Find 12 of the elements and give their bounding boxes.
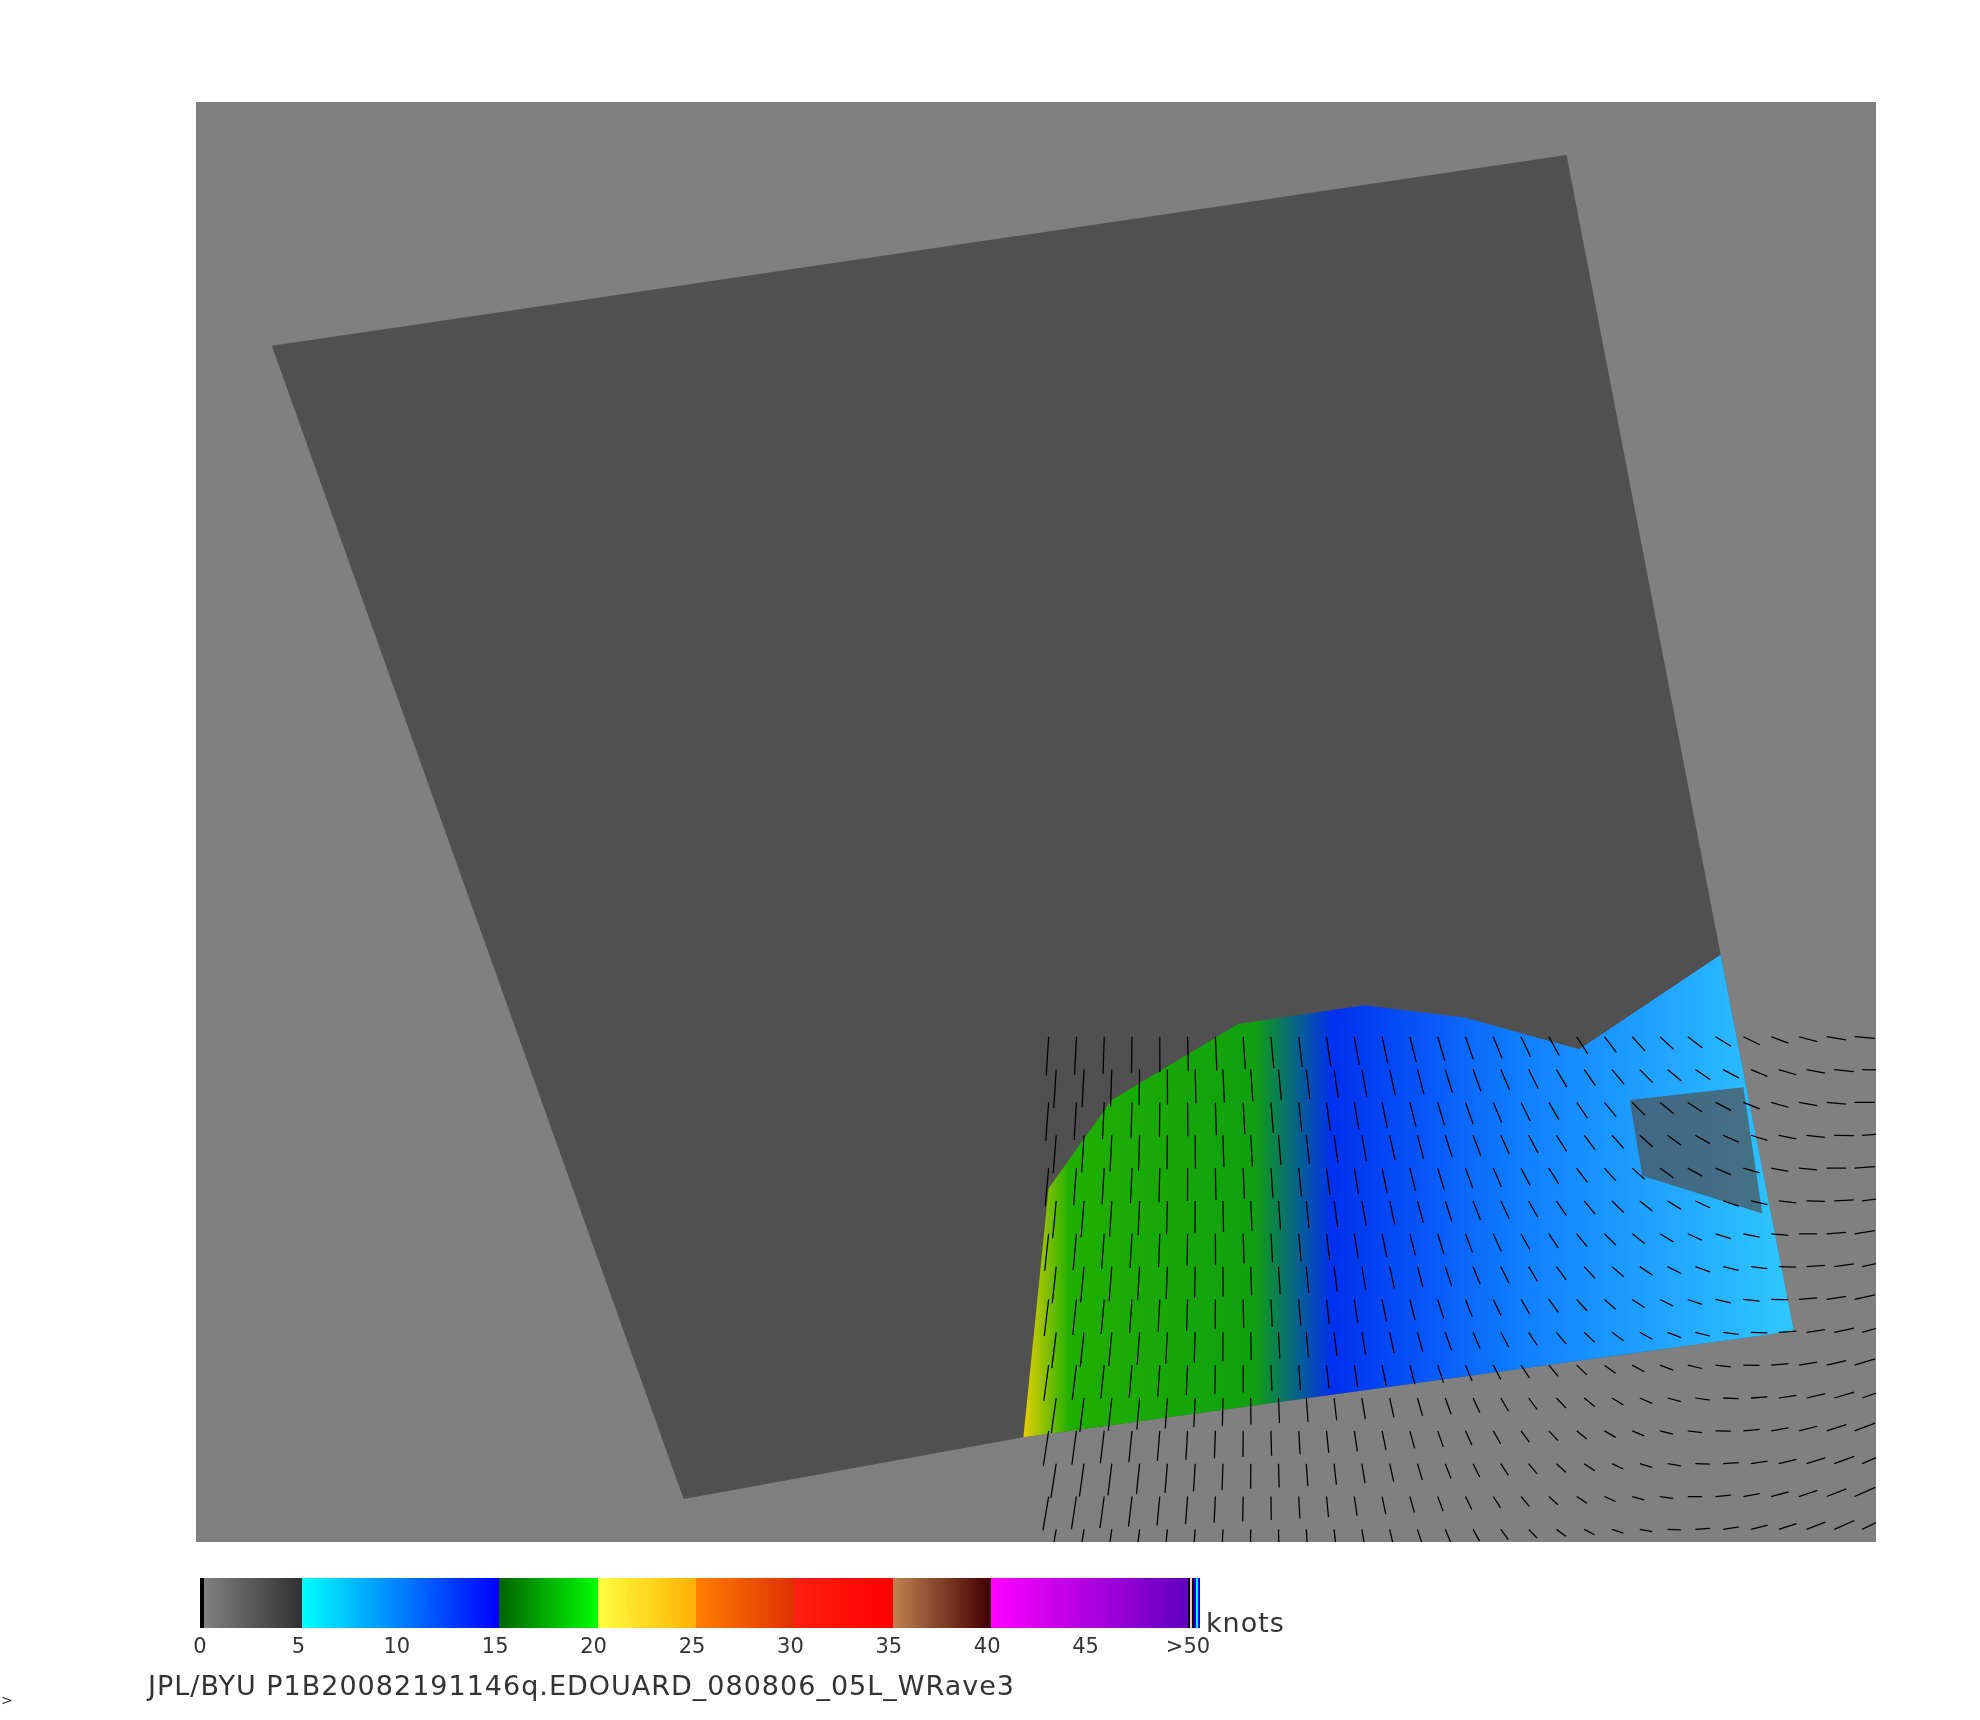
tick-label: 30 [777, 1634, 804, 1658]
tick-label: 45 [1072, 1634, 1099, 1658]
tick-label: 10 [383, 1634, 411, 1658]
tick-label: 15 [481, 1634, 509, 1658]
edge-glyph: > [1, 1692, 13, 1708]
caption: JPL/BYU P1B20082191146q.EDOUARD_080806_05L_WRave3 [148, 1670, 1015, 1701]
tick-label: 0 [193, 1634, 207, 1658]
tick-label: 5 [291, 1634, 306, 1658]
tick-label: 40 [973, 1634, 1001, 1658]
tick-label: 20 [580, 1634, 607, 1658]
tick-label: 25 [678, 1634, 706, 1658]
tick-label: 35 [875, 1634, 903, 1658]
